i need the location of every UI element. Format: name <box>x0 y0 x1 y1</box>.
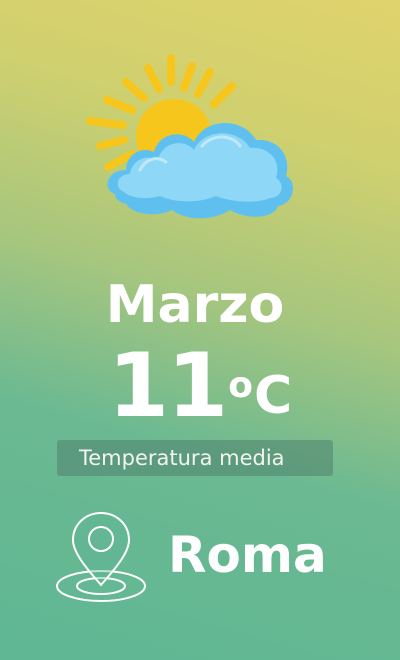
map-pin-icon <box>56 510 150 604</box>
cloud <box>107 122 293 219</box>
degree-symbol: o <box>228 365 254 406</box>
celsius-unit: C <box>254 366 293 426</box>
weather-icon <box>80 42 310 232</box>
city-name: Roma <box>168 526 327 584</box>
month-label: Marzo <box>105 275 285 335</box>
average-temperature-label: Temperatura media <box>57 440 333 476</box>
temperature-display: 11oC <box>0 336 400 436</box>
temperature-value: 11 <box>107 334 228 437</box>
